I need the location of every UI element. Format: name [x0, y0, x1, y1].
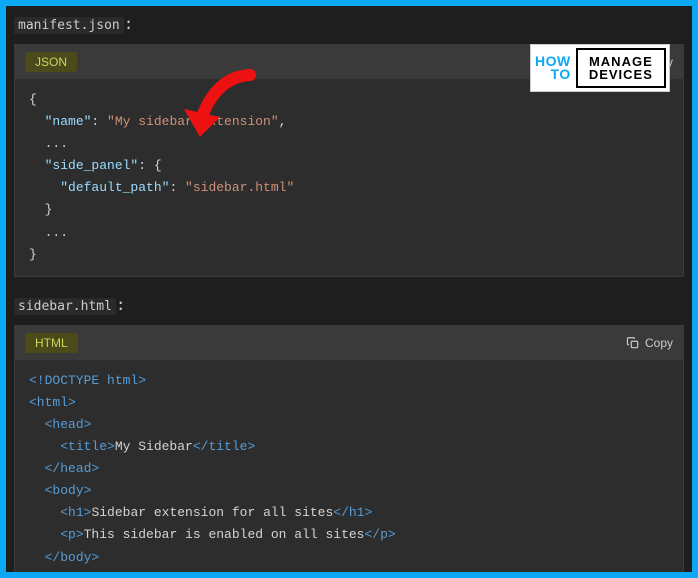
copy-button-html[interactable]: Copy	[626, 336, 673, 350]
logo-left: HOW TO	[531, 45, 573, 91]
filename-row-1: manifest.json:	[14, 14, 684, 34]
code-block-html: HTML Copy <!DOCTYPE html> <html> <head> …	[14, 325, 684, 572]
code-content-json: { "name": "My sidebar extension", ... "s…	[15, 79, 683, 276]
lang-badge-json: JSON	[25, 52, 77, 72]
filename-row-2: sidebar.html:	[14, 295, 684, 315]
code-content-html: <!DOCTYPE html> <html> <head> <title>My …	[15, 360, 683, 572]
lang-badge-html: HTML	[25, 333, 78, 353]
copy-label: Copy	[645, 336, 673, 350]
code-header-html: HTML Copy	[15, 326, 683, 360]
filename-manifest: manifest.json	[14, 17, 124, 34]
filename-sidebar: sidebar.html	[14, 298, 116, 315]
page-container: manifest.json: JSON Copy { "name": "My s…	[6, 6, 692, 572]
logo-right: MANAGE DEVICES	[576, 48, 666, 88]
copy-icon	[626, 336, 640, 350]
logo-howtomanagedevices: HOW TO MANAGE DEVICES	[530, 44, 670, 92]
